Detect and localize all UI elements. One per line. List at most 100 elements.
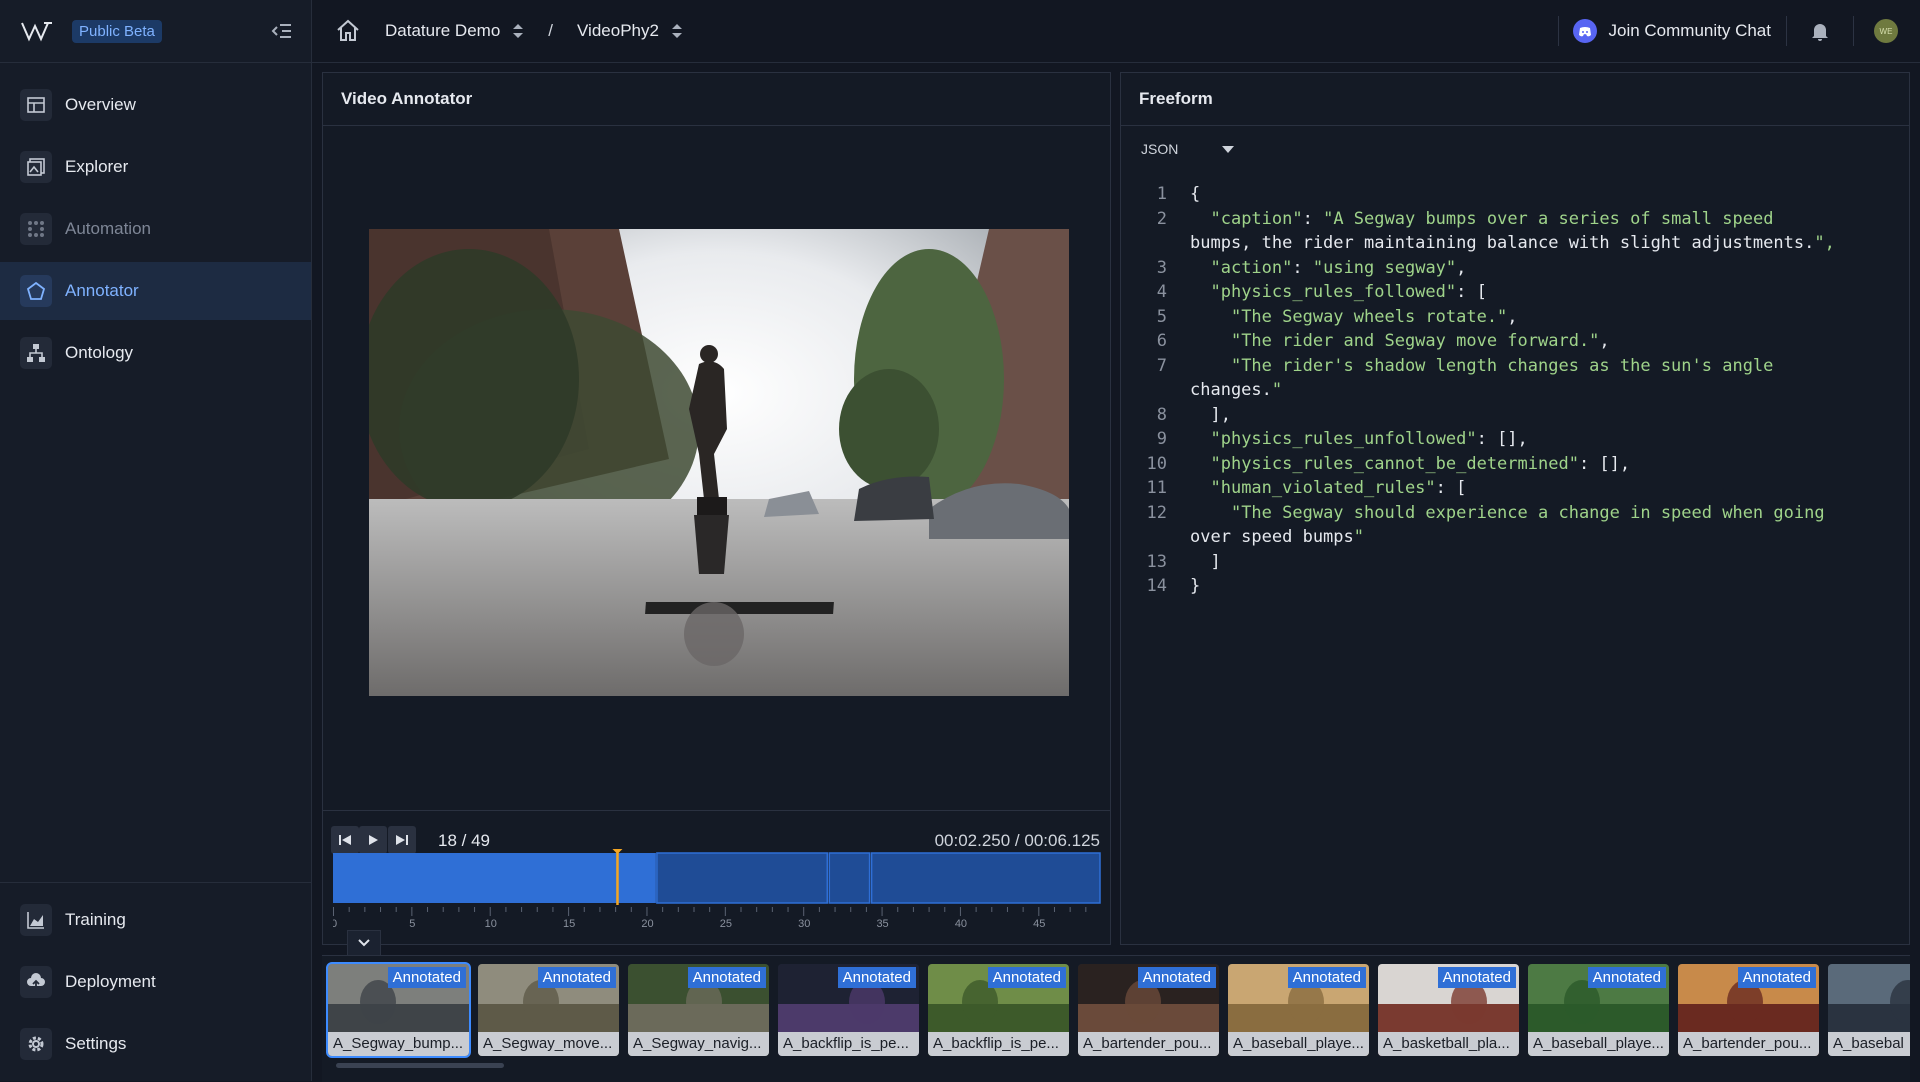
video-frame[interactable] — [369, 229, 1069, 696]
hierarchy-icon — [20, 337, 52, 369]
pentagon-icon — [20, 275, 52, 307]
line-number: 5 — [1156, 306, 1167, 327]
code-line: 11 "human_violated_rules": [ — [1121, 476, 1909, 501]
thumbnail-label: A_basketball_pla... — [1378, 1032, 1519, 1056]
code-line: 12 "The Segway should experience a chang… — [1121, 501, 1909, 526]
line-number: 2 — [1156, 208, 1167, 229]
segment-played[interactable] — [333, 853, 656, 903]
annotated-badge: Annotated — [1287, 967, 1366, 988]
ruler-label: 30 — [798, 918, 810, 929]
line-number — [1121, 525, 1167, 550]
format-select[interactable]: JSON — [1141, 141, 1235, 157]
join-community-link[interactable]: Join Community Chat — [1608, 21, 1771, 41]
filmstrip-thumbnail[interactable]: Annotated A_baseball_playe... — [1228, 964, 1369, 1056]
thumbnail-label: A_Segway_move... — [478, 1032, 619, 1056]
thumbnail-label: A_Segway_navig... — [628, 1032, 769, 1056]
filmstrip-thumbnail[interactable]: Annotated A_backflip_is_pe... — [928, 964, 1069, 1056]
avatar[interactable]: WE — [1874, 19, 1898, 43]
timeline-track[interactable] — [333, 849, 1101, 905]
sidebar-item-overview[interactable]: Overview — [0, 76, 311, 134]
filmstrip-thumbnail[interactable]: ArA_basebal — [1828, 964, 1910, 1056]
datature-logo[interactable] — [20, 20, 54, 42]
code-text: "caption": "A Segway bumps over a series… — [1210, 208, 1774, 229]
sidebar-item-ontology[interactable]: Ontology — [0, 324, 311, 382]
line-number: 10 — [1146, 453, 1167, 474]
line-number — [1121, 231, 1167, 256]
code-line: 6 "The rider and Segway move forward.", — [1121, 329, 1909, 354]
timeline-segment[interactable] — [870, 852, 1101, 904]
timeline-ruler: 0 5 10 15 20 25 30 35 40 45 — [333, 907, 1087, 929]
panel-title: Video Annotator — [323, 73, 1110, 126]
ruler-label: 25 — [720, 918, 732, 929]
ruler-label: 10 — [485, 918, 497, 929]
filmstrip-thumbnail[interactable]: Annotated A_bartender_pou... — [1078, 964, 1219, 1056]
project-name: Datature Demo — [385, 21, 501, 40]
code-text: "The Segway wheels rotate.", — [1230, 306, 1518, 327]
json-editor[interactable]: 1{2 "caption": "A Segway bumps over a se… — [1121, 182, 1909, 599]
collapse-sidebar-icon[interactable] — [271, 20, 293, 42]
sort-arrows-icon — [671, 24, 682, 38]
sidebar-bottom-nav: Training Deployment Settings — [0, 882, 311, 1081]
sidebar-nav: Overview Explorer Automation Annotator O… — [0, 76, 311, 382]
expand-filmstrip-button[interactable] — [347, 930, 381, 955]
video-annotator-panel: Video Annotator 18 / 49 00:02.250 / 00:0… — [322, 72, 1111, 955]
ruler-label: 40 — [955, 918, 967, 929]
divider — [1786, 16, 1787, 46]
sidebar-item-explorer[interactable]: Explorer — [0, 138, 311, 196]
code-line: 5 "The Segway wheels rotate.", — [1121, 305, 1909, 330]
code-line: changes." — [1121, 378, 1909, 403]
code-line: over speed bumps" — [1121, 525, 1909, 550]
line-number: 14 — [1146, 576, 1167, 596]
filmstrip-scrollbar[interactable] — [336, 1063, 504, 1068]
sidebar-item-settings[interactable]: Settings — [0, 1015, 311, 1073]
annotated-badge: Annotated — [537, 967, 616, 988]
line-number: 4 — [1156, 282, 1167, 302]
filmstrip-thumbnail[interactable]: Annotated A_Segway_navig... — [628, 964, 769, 1056]
filmstrip-thumbnail[interactable]: Annotated A_basketball_pla... — [1378, 964, 1519, 1056]
skip-forward-icon — [396, 835, 408, 845]
annotated-badge: Annotated — [1587, 967, 1666, 988]
images-icon — [20, 151, 52, 183]
cloud-upload-icon — [20, 966, 52, 998]
breadcrumb-project[interactable]: Datature Demo — [385, 21, 524, 41]
skip-back-icon — [339, 835, 351, 845]
code-line: 13 ] — [1121, 550, 1909, 575]
ruler-label: 20 — [641, 918, 653, 929]
filmstrip-thumbnail[interactable]: Annotated A_Segway_move... — [478, 964, 619, 1056]
filmstrip-thumbnail[interactable]: Annotated A_backflip_is_pe... — [778, 964, 919, 1056]
sidebar-item-deployment[interactable]: Deployment — [0, 953, 311, 1011]
bell-icon[interactable] — [1809, 20, 1831, 42]
code-line: 9 "physics_rules_unfollowed": [], — [1121, 427, 1909, 452]
code-text: "human_violated_rules": [ — [1210, 478, 1467, 498]
sidebar-item-annotator[interactable]: Annotator — [0, 262, 311, 320]
annotated-badge: Annotated — [1737, 967, 1816, 988]
sidebar-item-label: Automation — [65, 219, 151, 238]
filmstrip-thumbnail[interactable]: Annotated A_bartender_pou... — [1678, 964, 1819, 1056]
sidebar: Public Beta Overview Explorer Automation — [0, 0, 312, 1081]
annotated-badge: Annotated — [837, 967, 916, 988]
code-line: 10 "physics_rules_cannot_be_determined":… — [1121, 452, 1909, 477]
timeline-segment[interactable] — [828, 852, 871, 904]
code-text: "The rider and Segway move forward.", — [1230, 331, 1610, 351]
home-icon[interactable] — [335, 18, 361, 44]
discord-icon[interactable] — [1573, 19, 1598, 43]
sidebar-item-automation[interactable]: Automation — [0, 200, 311, 258]
filmstrip-thumbnail[interactable]: Annotated A_Segway_bump... — [326, 962, 471, 1058]
code-text: over speed bumps" — [1190, 527, 1365, 547]
sidebar-item-label: Settings — [65, 1034, 127, 1053]
annotated-badge: Annotated — [1437, 967, 1516, 988]
timeline-segment[interactable] — [656, 852, 829, 904]
sidebar-item-label: Overview — [65, 95, 136, 114]
ruler-label: 35 — [876, 918, 888, 929]
thumbnail-label: A_baseball_playe... — [1528, 1032, 1669, 1056]
breadcrumb-separator: / — [548, 21, 554, 40]
chevron-down-icon — [358, 939, 370, 947]
breadcrumb-dataset[interactable]: VideoPhy2 — [577, 21, 683, 41]
dataset-name: VideoPhy2 — [577, 21, 659, 40]
panel-title: Freeform — [1121, 73, 1909, 126]
thumbnail-label: A_basebal — [1828, 1032, 1910, 1056]
annotated-badge: Annotated — [387, 967, 466, 988]
filmstrip-thumbnail[interactable]: Annotated A_baseball_playe... — [1528, 964, 1669, 1056]
chart-icon — [20, 904, 52, 936]
sidebar-item-training[interactable]: Training — [0, 891, 311, 949]
